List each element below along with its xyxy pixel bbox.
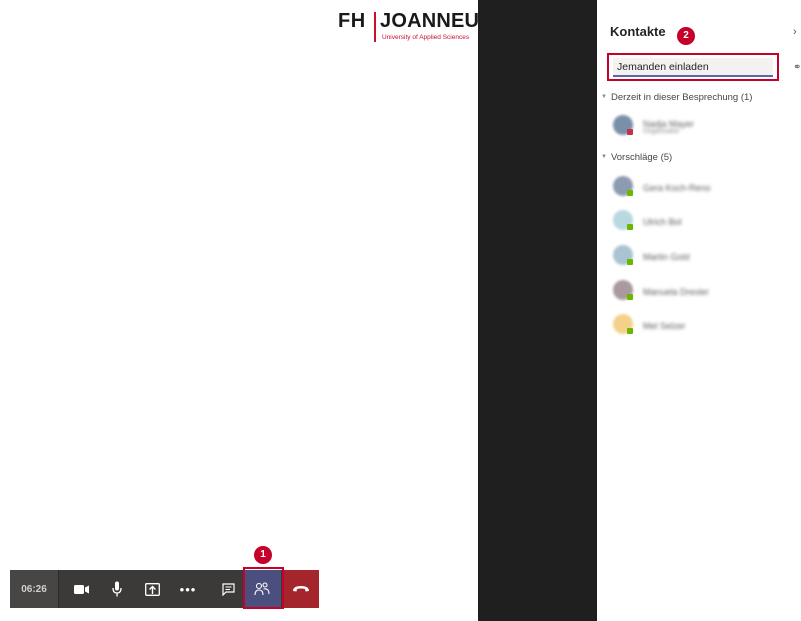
microphone-icon xyxy=(112,581,122,597)
suggestion-item[interactable]: Manuela Drexler xyxy=(613,280,793,304)
mute-button[interactable] xyxy=(104,570,130,608)
logo-divider xyxy=(374,12,376,42)
contacts-panel: Kontakte 2 › ⚭ ▼Derzeit in dieser Bespre… xyxy=(597,0,801,621)
suggestion-name: Gera Koch-Reno xyxy=(643,183,711,193)
step-badge-2: 2 xyxy=(677,27,695,45)
share-screen-button[interactable] xyxy=(138,570,166,608)
video-area xyxy=(478,0,597,621)
suggestion-name: Mel Selzer xyxy=(643,321,686,331)
share-screen-icon xyxy=(144,582,160,596)
video-camera-icon xyxy=(74,584,89,594)
invite-highlight xyxy=(607,53,779,81)
share-link-icon[interactable]: ⚭ xyxy=(793,62,801,73)
chevron-right-icon[interactable]: › xyxy=(793,26,797,38)
suggestion-item[interactable]: Ulrich Bol xyxy=(613,210,793,234)
step-badge-1: 1 xyxy=(254,546,272,564)
section-label: Derzeit in dieser Besprechung (1) xyxy=(610,92,753,103)
panel-title: Kontakte xyxy=(610,24,666,39)
suggestion-item[interactable]: Gera Koch-Reno xyxy=(613,176,793,200)
section-suggestions[interactable]: ▼ Vorschläge (5) xyxy=(601,152,672,163)
toolbar-divider xyxy=(58,570,59,608)
presence-status-icon xyxy=(627,224,633,230)
participant-role: Organisator xyxy=(643,128,680,135)
presence-status-icon xyxy=(627,190,633,196)
hang-up-button[interactable] xyxy=(282,570,319,608)
suggestion-item[interactable]: Mel Selzer xyxy=(613,314,793,338)
presence-status-icon xyxy=(627,294,633,300)
suggestion-name: Manuela Drexler xyxy=(643,287,710,297)
suggestion-name: Martin Gold xyxy=(643,252,690,262)
invite-input[interactable] xyxy=(613,58,773,77)
participant-item[interactable]: Nadja Mayer Organisator xyxy=(613,115,793,139)
logo-fh: FH xyxy=(338,10,366,32)
logo-subtitle: University of Applied Sciences xyxy=(382,34,470,41)
presence-status-icon xyxy=(627,129,633,135)
presence-status-icon xyxy=(627,259,633,265)
collapse-triangle-icon: ▼ xyxy=(601,154,607,161)
suggestion-name: Ulrich Bol xyxy=(643,217,682,227)
more-actions-button[interactable]: ••• xyxy=(175,570,201,608)
chat-icon xyxy=(221,582,235,596)
section-label: Vorschläge (5) xyxy=(610,152,673,163)
hang-up-icon xyxy=(292,586,309,592)
fh-joanneum-logo: FH JOANNEUM University of Applied Scienc… xyxy=(338,10,496,48)
video-toggle-button[interactable] xyxy=(68,570,96,608)
section-current[interactable]: ▼ Derzeit in dieser Besprechung (1) xyxy=(601,92,752,103)
participants-highlight xyxy=(243,567,284,609)
collapse-triangle-icon: ▼ xyxy=(601,94,607,101)
presence-status-icon xyxy=(627,328,633,334)
suggestion-item[interactable]: Martin Gold xyxy=(613,245,793,269)
call-timer: 06:26 xyxy=(10,570,58,608)
chat-button[interactable] xyxy=(215,570,241,608)
